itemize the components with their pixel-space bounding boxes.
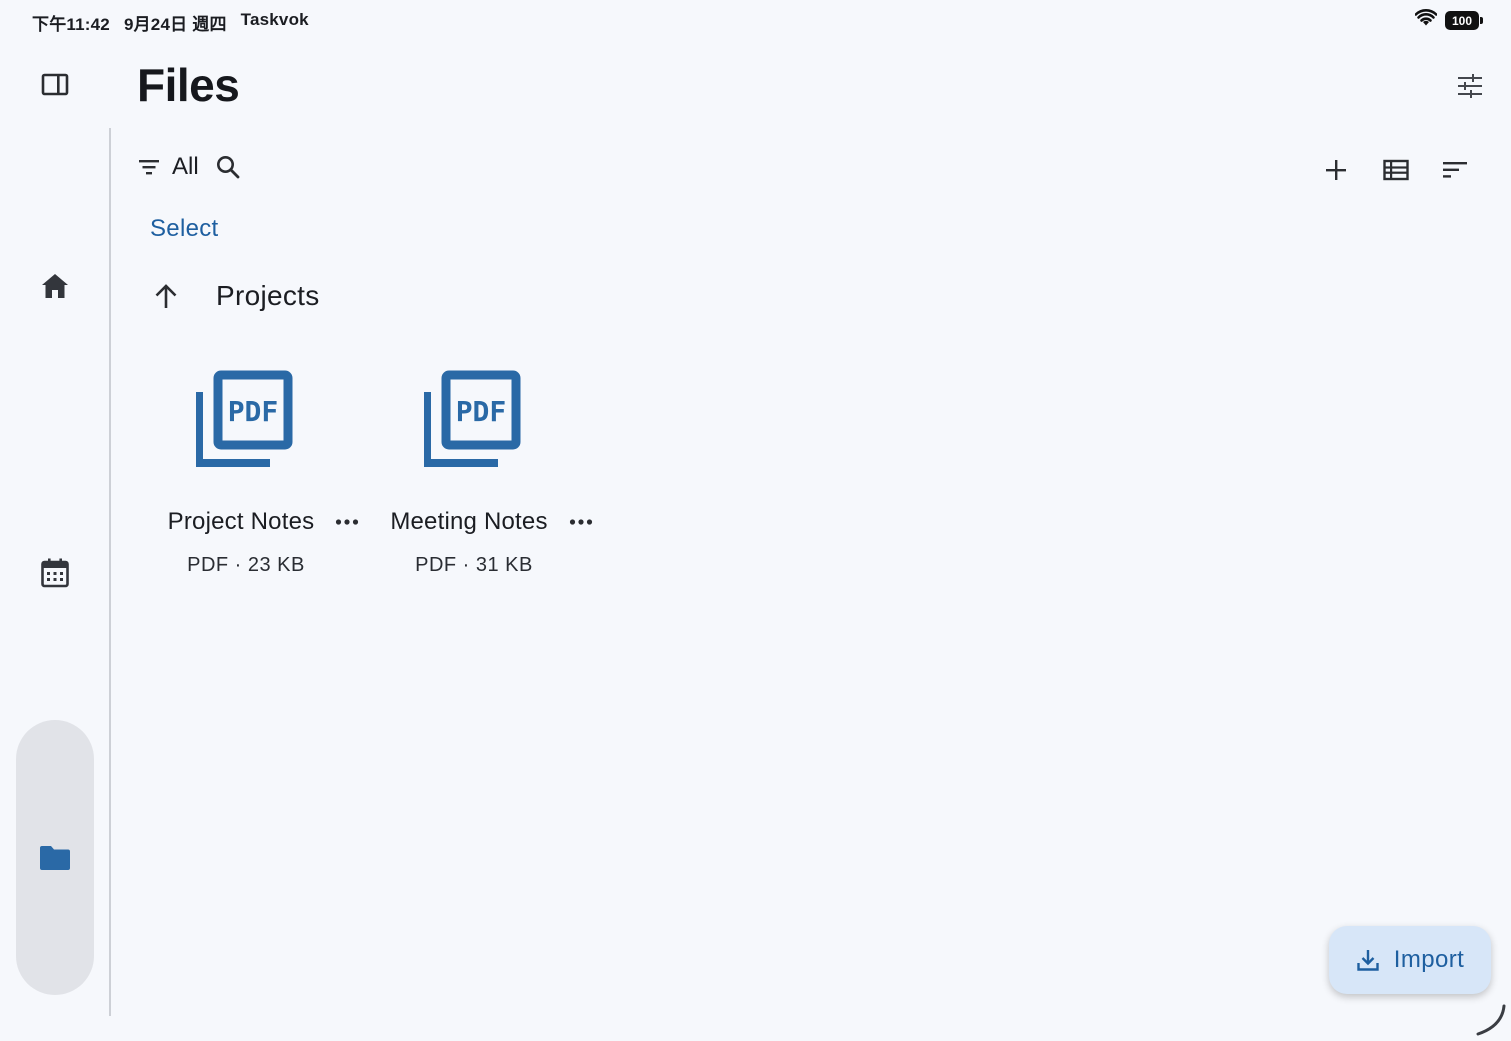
sidebar-toggle-button[interactable] bbox=[38, 68, 72, 102]
rail-divider bbox=[109, 128, 111, 1016]
more-horizontal-icon bbox=[336, 519, 359, 525]
more-options-button[interactable] bbox=[568, 509, 594, 535]
select-button[interactable]: Select bbox=[150, 215, 219, 243]
file-name: Project Notes bbox=[167, 508, 315, 535]
rail-item-home[interactable] bbox=[30, 261, 80, 311]
rail-item-calendar[interactable] bbox=[30, 548, 80, 598]
status-date: 9月24日 週四 bbox=[123, 15, 227, 34]
list-view-button[interactable] bbox=[1378, 152, 1414, 188]
filter-icon bbox=[139, 160, 159, 175]
import-button[interactable]: Import bbox=[1329, 926, 1491, 994]
pdf-file-icon: PDF bbox=[195, 370, 296, 470]
sort-icon bbox=[1443, 162, 1467, 178]
search-button[interactable] bbox=[213, 152, 243, 182]
sidebar-toggle-icon bbox=[41, 73, 69, 96]
navigate-up-button[interactable] bbox=[150, 278, 182, 314]
file-meta: PDF · 23 KB bbox=[187, 554, 305, 576]
battery-icon: 100 bbox=[1445, 11, 1483, 30]
arrow-up-icon bbox=[155, 284, 177, 308]
sort-button[interactable] bbox=[1437, 152, 1473, 188]
calendar-icon bbox=[41, 558, 69, 588]
folder-icon bbox=[40, 846, 70, 870]
file-meta: PDF · 31 KB bbox=[415, 554, 533, 576]
current-folder-name: Projects bbox=[216, 280, 320, 311]
resize-handle[interactable] bbox=[1472, 1002, 1508, 1036]
status-time: 下午11:42 bbox=[32, 15, 110, 34]
wifi-icon bbox=[1414, 9, 1438, 32]
add-button[interactable] bbox=[1318, 152, 1354, 188]
svg-text:PDF: PDF bbox=[228, 395, 279, 428]
import-label: Import bbox=[1393, 946, 1465, 973]
svg-text:PDF: PDF bbox=[456, 395, 507, 428]
download-icon bbox=[1357, 950, 1379, 971]
filter-button[interactable] bbox=[136, 154, 162, 180]
filter-label[interactable]: All bbox=[172, 153, 199, 181]
resize-grip-icon bbox=[1476, 1004, 1506, 1036]
more-options-button[interactable] bbox=[334, 509, 360, 535]
home-icon bbox=[42, 274, 68, 298]
filter-bar: All bbox=[136, 152, 243, 182]
view-settings-button[interactable] bbox=[1452, 68, 1488, 104]
rail-item-files[interactable] bbox=[30, 833, 80, 883]
settings-sliders-icon bbox=[1458, 74, 1482, 98]
search-icon bbox=[216, 156, 240, 179]
add-icon bbox=[1326, 160, 1346, 180]
pdf-file-icon: PDF bbox=[423, 370, 524, 470]
page-title: Files bbox=[137, 59, 240, 111]
status-bar: 下午11:42 9月24日 週四 Taskvok 100 bbox=[0, 0, 1511, 40]
status-app-name: Taskvok bbox=[240, 10, 309, 29]
breadcrumb: Projects bbox=[150, 278, 320, 314]
file-name: Meeting Notes bbox=[390, 508, 548, 535]
battery-level: 100 bbox=[1451, 13, 1473, 28]
more-horizontal-icon bbox=[569, 519, 592, 525]
list-view-icon bbox=[1383, 159, 1409, 181]
